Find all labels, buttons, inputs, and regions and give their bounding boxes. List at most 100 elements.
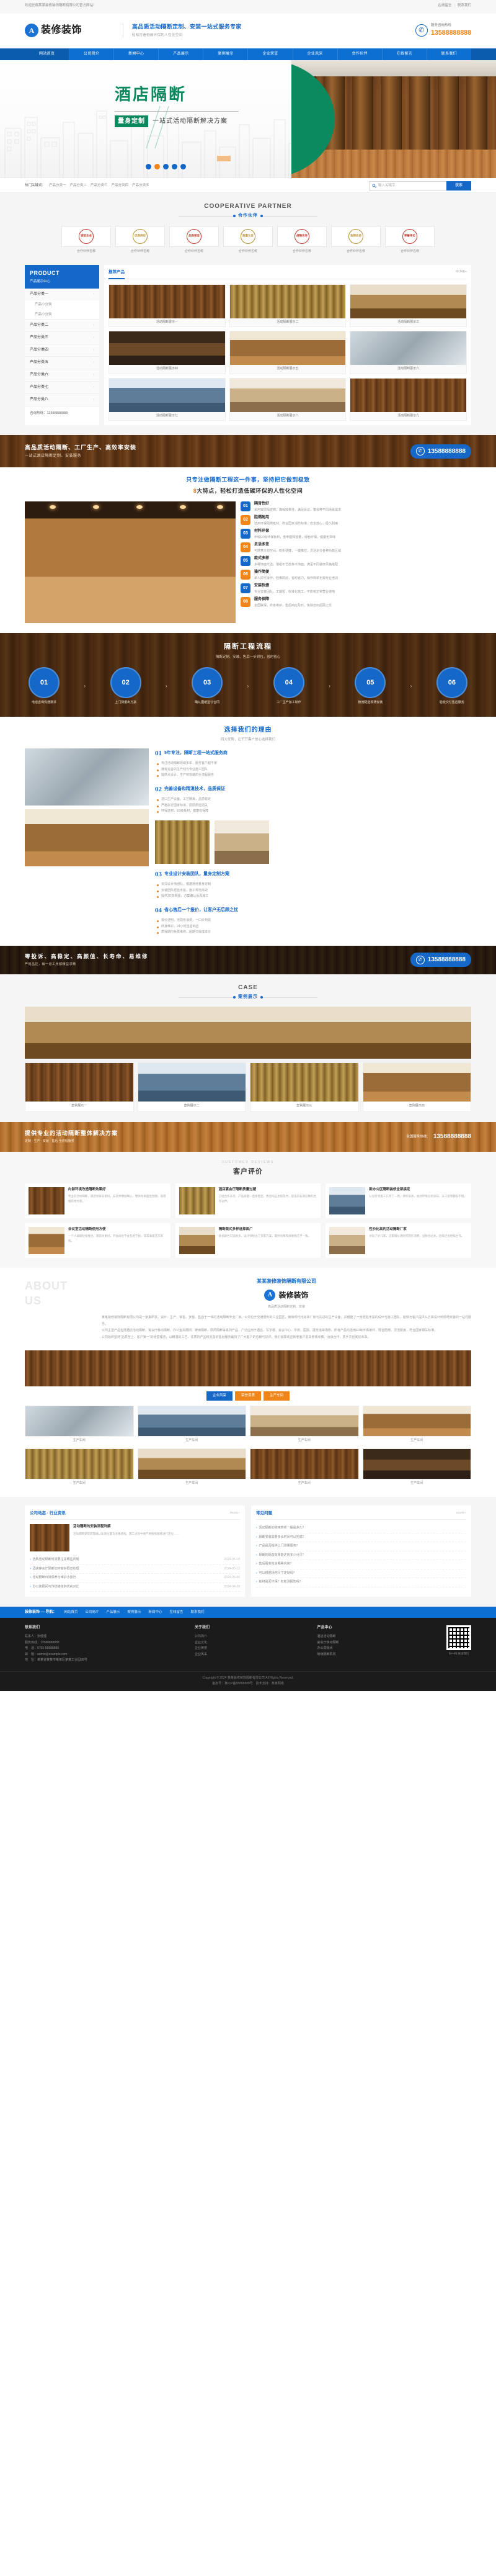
news-list-item[interactable]: › 活动隔断日常保养与维护小技巧 2024-05-06	[30, 1574, 240, 1583]
footer-nav-item-0[interactable]: 网站首页	[64, 1610, 78, 1615]
hot-keyword-2[interactable]: 产品分类三	[91, 183, 108, 188]
product-card[interactable]: 活动隔断展示八	[229, 377, 347, 421]
process-step[interactable]: 03 确认图纸签订合同	[188, 667, 226, 706]
review-card[interactable]: 新办公区隔断装修全部搞定 从设计到施工只用了一周，效率很高，板材环保没有异味，员工…	[326, 1183, 471, 1218]
hot-keyword-1[interactable]: 产品分类二	[70, 183, 87, 188]
product-category-item[interactable]: 产品分类五 ›	[25, 357, 99, 369]
review-card[interactable]: 内部环境改造隔断效果好 专业的活动隔断，隔音效果非常好，安装师傅很细心，整体效果超…	[25, 1183, 170, 1218]
product-category-item[interactable]: 产品分类一 ›	[25, 288, 99, 300]
gallery-item[interactable]: 生产车间	[250, 1448, 359, 1488]
product-category-item[interactable]: 产品分类七 ›	[25, 382, 99, 394]
product-card[interactable]: 活动隔断展示五	[229, 331, 347, 374]
product-category-list[interactable]: 产品分类一 › 产品小分类 产品小分类 产品分类二 › 产品分类三 › 产品分类四 › 产品分类五 ›…	[25, 288, 99, 407]
cta2-hotline-button[interactable]: ✆ 13588888888	[410, 953, 471, 967]
case-card[interactable]: 案例展示一	[25, 1062, 134, 1112]
product-category-item[interactable]: 产品分类四 ›	[25, 344, 99, 357]
footer-nav-item-6[interactable]: 联系我们	[190, 1610, 204, 1615]
gallery-tab-2[interactable]: 生产车间	[264, 1391, 290, 1401]
cta1-hotline-button[interactable]: ✆ 13588888888	[410, 444, 471, 459]
case-card[interactable]: 案例展示三	[250, 1062, 359, 1112]
search-input[interactable]: 输入关键字	[369, 181, 446, 191]
site-logo[interactable]: A 装修装饰	[25, 23, 118, 38]
search-box[interactable]: 输入关键字 搜索	[369, 181, 471, 191]
footer-nav[interactable]: 装修装饰 — 导航： 网站首页 公司简介 产品展示 案例展示 新闻中心 在线留言 联系我们	[0, 1607, 496, 1618]
gallery-tab-0[interactable]: 企业风采	[206, 1391, 232, 1401]
case-card[interactable]: 案例展示四	[362, 1062, 471, 1112]
product-category-item[interactable]: 产品分类三 ›	[25, 332, 99, 344]
cta3-hotline[interactable]: 全国服务热线： 13588888888	[406, 1132, 471, 1141]
hero-banner[interactable]: 酒店隔断 量身定制 一站式活动隔断解决方案	[0, 60, 496, 178]
product-card[interactable]: 活动隔断展示二	[229, 284, 347, 328]
review-card[interactable]: 会议室活动隔断使用方便 一个人就能轻松推拉，隔音效果好，开会再也不会互相干扰，非常…	[25, 1223, 170, 1258]
case-featured-image[interactable]	[25, 1007, 471, 1059]
banner-pagination-dots[interactable]	[146, 164, 186, 169]
nav-item-2[interactable]: 新闻中心	[114, 48, 159, 60]
news-list-item[interactable]: › 售后服务包含哪些内容？	[256, 1560, 466, 1569]
nav-item-4[interactable]: 案例展示	[203, 48, 249, 60]
news-list-item[interactable]: › 选购活动隔断时需要注意哪些问题 2024-05-18	[30, 1556, 240, 1565]
nav-item-9[interactable]: 联系我们	[427, 48, 471, 60]
nav-item-3[interactable]: 产品展示	[159, 48, 204, 60]
partner-card[interactable]: 荣誉单位 合作伙伴名称	[385, 225, 435, 254]
process-step[interactable]: 06 验收交付售后服务	[433, 667, 471, 706]
nav-item-5[interactable]: 企业荣誉	[248, 48, 293, 60]
news-list-item[interactable]: › 活动隔断的使用寿命一般是多久？	[256, 1524, 466, 1533]
news-list-item[interactable]: › 隔断安装需要多长时间可以完成？	[256, 1533, 466, 1543]
process-step[interactable]: 02 上门测量出方案	[107, 667, 145, 706]
gallery-tab-1[interactable]: 荣誉资质	[234, 1391, 261, 1401]
product-card[interactable]: 活动隔断展示九	[350, 377, 467, 421]
news-featured-item[interactable]: 活动隔断的安装流程详解 活动隔断安装前需确认轨道位置与承重结构，施工过程中要严格…	[30, 1524, 240, 1552]
news-list-item[interactable]: › 隔断的隔音效果能达到多少分贝？	[256, 1551, 466, 1561]
banner-dot-3[interactable]	[172, 164, 177, 169]
news-right-more[interactable]: MORE+	[456, 1511, 466, 1515]
gallery-item[interactable]: 生产车间	[137, 1405, 246, 1445]
process-step[interactable]: 01 电话咨询沟通需求	[25, 667, 63, 706]
partner-card[interactable]: 品质保证 合作伙伴名称	[169, 225, 219, 254]
product-card[interactable]: 活动隔断展示一	[108, 284, 226, 328]
nav-item-6[interactable]: 企业风采	[293, 48, 338, 60]
nav-item-7[interactable]: 合作伙伴	[338, 48, 383, 60]
process-step[interactable]: 05 物流配送现场安装	[351, 667, 389, 706]
product-subcategory-item[interactable]: 产品小分类	[25, 300, 99, 310]
gallery-item[interactable]: 生产车间	[25, 1448, 134, 1488]
footer-nav-item-4[interactable]: 新闻中心	[148, 1610, 162, 1615]
search-button[interactable]: 搜索	[446, 181, 471, 191]
news-list-item[interactable]: › 酒店宴会厅隔断如何做好隔音处理 2024-05-12	[30, 1565, 240, 1574]
product-card[interactable]: 活动隔断展示四	[108, 331, 226, 374]
news-list-item[interactable]: › 可以根据场地尺寸定制吗？	[256, 1569, 466, 1579]
gallery-item[interactable]: 生产车间	[362, 1405, 471, 1445]
gallery-item[interactable]: 生产车间	[137, 1448, 246, 1488]
hot-keyword-3[interactable]: 产品分类四	[112, 183, 129, 188]
gallery-tabs[interactable]: 企业风采 荣誉资质 生产车间	[25, 1391, 471, 1401]
nav-item-8[interactable]: 在线留言	[383, 48, 427, 60]
news-left-more[interactable]: MORE+	[230, 1511, 240, 1515]
review-card[interactable]: 酒店宴会厅隔断质量过硬 已经合作多次，产品质量一直很稳定，售后响应也很及时，是值得…	[175, 1183, 321, 1218]
partner-card[interactable]: 战略合作 合作伙伴名称	[277, 225, 327, 254]
banner-dot-0[interactable]	[146, 164, 151, 169]
topbar-link-message[interactable]: 在线留言	[438, 3, 452, 8]
news-list-item[interactable]: › 办公高隔间与传统墙体的优劣对比 2024-04-28	[30, 1583, 240, 1592]
nav-item-1[interactable]: 公司简介	[69, 48, 115, 60]
case-card[interactable]: 案例展示二	[137, 1062, 246, 1112]
product-category-item[interactable]: 产品分类二 ›	[25, 320, 99, 332]
product-more-link[interactable]: MORE+	[456, 270, 467, 275]
review-card[interactable]: 性价比高的活动隔断厂家 对比了好几家，这家报价透明无隐形消费，品质也过关，后续还会…	[326, 1223, 471, 1258]
topbar-link-contact[interactable]: 联系我们	[458, 3, 471, 8]
product-card[interactable]: 活动隔断展示七	[108, 377, 226, 421]
review-card[interactable]: 隔断款式多样选择面广 款式颜色可选很多，设计师给出了多套方案，最终效果和效果图几乎…	[175, 1223, 321, 1258]
product-category-item[interactable]: 产品分类八 ›	[25, 394, 99, 406]
banner-dot-4[interactable]	[180, 164, 186, 169]
partner-card[interactable]: 质量认证 合作伙伴名称	[223, 225, 273, 254]
banner-dot-1[interactable]	[154, 164, 160, 169]
banner-dot-2[interactable]	[163, 164, 169, 169]
footer-product-lines[interactable]: 酒店活动隔断 宴会厅移动隔断 办公高隔间 玻璃隔断屏风	[317, 1634, 339, 1658]
news-list-item[interactable]: › 板材是否环保？有检测报告吗？	[256, 1578, 466, 1587]
footer-nav-item-2[interactable]: 产品展示	[106, 1610, 120, 1615]
hot-keyword-4[interactable]: 产品分类五	[132, 183, 149, 188]
product-card[interactable]: 活动隔断展示三	[350, 284, 467, 328]
process-step[interactable]: 04 工厂生产加工制作	[270, 667, 308, 706]
partner-card[interactable]: 金牌会员 合作伙伴名称	[331, 225, 381, 254]
product-category-item[interactable]: 产品分类六 ›	[25, 369, 99, 382]
footer-nav-item-1[interactable]: 公司简介	[85, 1610, 99, 1615]
gallery-item[interactable]: 生产车间	[25, 1405, 134, 1445]
